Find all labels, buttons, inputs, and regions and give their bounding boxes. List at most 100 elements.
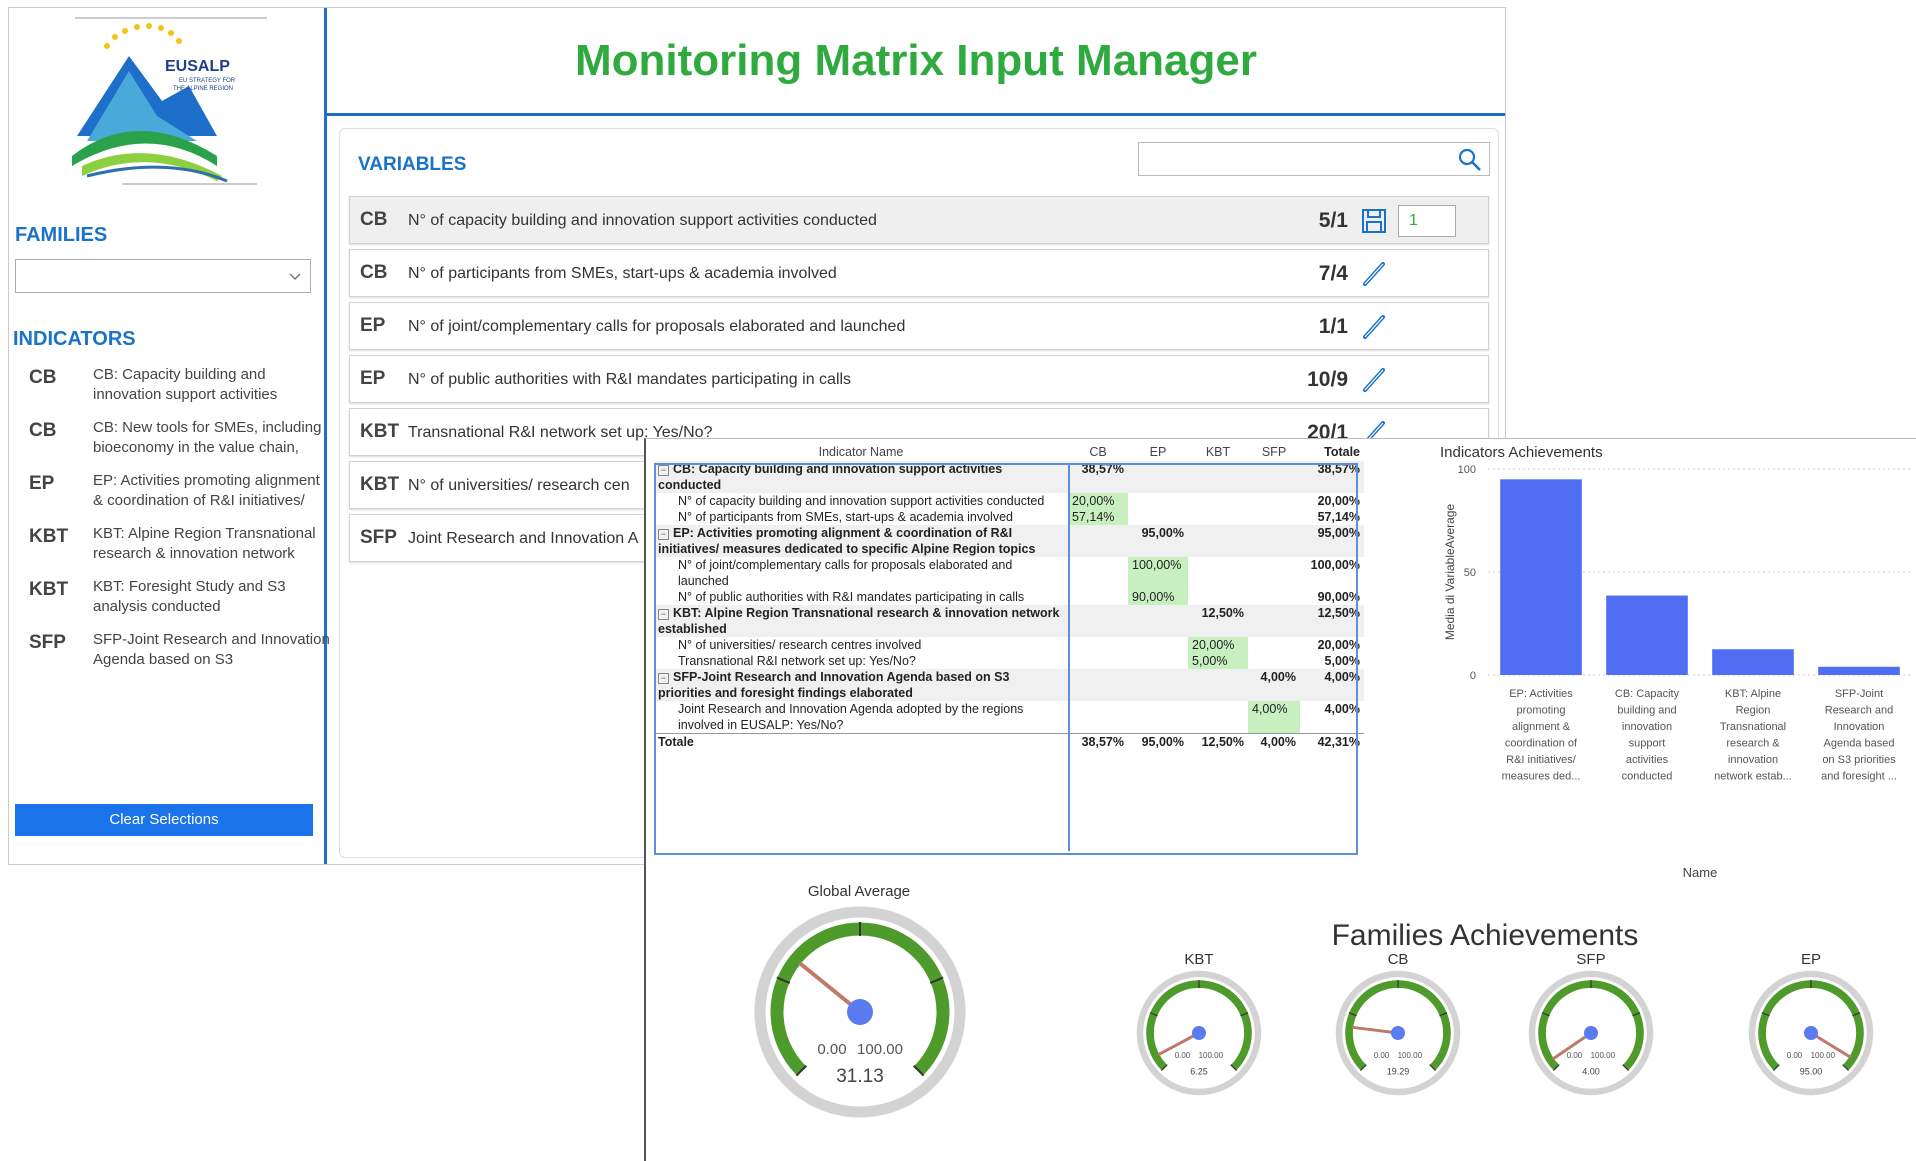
- table-group-row[interactable]: − EP: Activities promoting alignment & co…: [654, 525, 1364, 557]
- gauge-min-label: 0.00: [1567, 1051, 1583, 1060]
- x-tick-label: on S3 priorities: [1822, 754, 1896, 766]
- variable-code: SFP: [360, 527, 397, 548]
- indicator-code: KBT: [29, 526, 69, 547]
- indicator-item[interactable]: EP EP: Activities promoting alignment & …: [29, 471, 329, 517]
- x-tick-label: network estab...: [1714, 771, 1792, 783]
- x-tick-label: building and: [1617, 705, 1676, 717]
- indicators-title: INDICATORS: [13, 328, 136, 350]
- indicator-item[interactable]: CB CB: Capacity building and innovation …: [29, 365, 329, 411]
- y-tick-label: 50: [1464, 567, 1476, 579]
- table-row[interactable]: N° of participants from SMEs, start-ups …: [654, 509, 1364, 525]
- edit-pencil-icon[interactable]: [1360, 313, 1388, 341]
- col-header-sfp[interactable]: SFP: [1248, 443, 1300, 461]
- cell-ep: 90,00%: [1128, 589, 1188, 605]
- table-row[interactable]: N° of capacity building and innovation s…: [654, 493, 1364, 509]
- cell-tot: 4,00%: [1300, 669, 1364, 701]
- family-gauge-title: KBT: [1184, 951, 1213, 968]
- bar[interactable]: [1500, 479, 1582, 675]
- collapse-icon[interactable]: −: [658, 529, 669, 540]
- family-gauge-cb: 0.00 100.00 19.29: [1335, 970, 1461, 1096]
- x-tick-label: promoting: [1517, 705, 1566, 717]
- table-row[interactable]: Joint Research and Innovation Agenda ado…: [654, 701, 1364, 734]
- row-label: Totale: [658, 735, 694, 749]
- gauge-max-label: 100.00: [1199, 1051, 1224, 1060]
- edit-pencil-icon[interactable]: [1360, 366, 1388, 394]
- indicator-code: CB: [29, 420, 57, 441]
- search-input[interactable]: [1138, 142, 1490, 176]
- eusalp-logo: EUSALP EU STRATEGY FOR THE ALPINE REGION: [72, 17, 267, 185]
- cell-name: Totale: [654, 733, 1068, 750]
- indicator-item[interactable]: SFP SFP-Joint Research and Innovation Ag…: [29, 630, 330, 676]
- variable-description: N° of capacity building and innovation s…: [408, 212, 877, 229]
- indicator-item[interactable]: KBT KBT: Foresight Study and S3 analysis…: [29, 577, 329, 623]
- bar[interactable]: [1606, 595, 1688, 675]
- cell-tot: 4,00%: [1324, 702, 1360, 716]
- x-tick-label: support: [1629, 738, 1666, 750]
- cell-ep: 95,00%: [1128, 733, 1188, 750]
- col-header-ep[interactable]: EP: [1128, 443, 1188, 461]
- x-tick-label: KBT: Alpine: [1725, 688, 1781, 700]
- table-row[interactable]: N° of public authorities with R&I mandat…: [654, 589, 1364, 605]
- clear-selections-button[interactable]: Clear Selections: [15, 804, 313, 836]
- search-icon[interactable]: [1457, 147, 1483, 173]
- global-average-gauge: 0.00 100.00 31.13: [754, 906, 966, 1118]
- indicator-code: KBT: [29, 579, 69, 600]
- variable-row[interactable]: CB N° of participants from SMEs, start-u…: [349, 249, 1489, 297]
- value-input[interactable]: 1: [1398, 205, 1456, 237]
- save-icon[interactable]: [1360, 207, 1388, 235]
- indicator-label: CB: New tools for SMEs, including bioeco…: [93, 419, 322, 456]
- cell-name: − CB: Capacity building and innovation su…: [654, 461, 1068, 493]
- cell-ep: [1128, 701, 1188, 734]
- cell-cb: 38,57%: [1068, 461, 1128, 493]
- variable-description: N° of public authorities with R&I mandat…: [408, 371, 852, 388]
- y-axis-label: Media di VariableAverage: [1443, 504, 1457, 641]
- cell-kbt: [1188, 525, 1248, 557]
- variable-row[interactable]: EP N° of joint/complementary calls for p…: [349, 302, 1489, 350]
- cell-kbt: [1188, 461, 1248, 493]
- col-header-cb[interactable]: CB: [1068, 443, 1128, 461]
- x-axis-label: Name: [1683, 865, 1718, 879]
- table-group-row[interactable]: − CB: Capacity building and innovation su…: [654, 461, 1364, 493]
- indicator-item[interactable]: KBT KBT: Alpine Region Transnational res…: [29, 524, 329, 570]
- variable-row[interactable]: EP N° of public authorities with R&I man…: [349, 355, 1489, 403]
- x-tick-label: SFP-Joint: [1835, 688, 1883, 700]
- row-label: N° of universities/ research centres inv…: [678, 638, 922, 652]
- variable-code: CB: [360, 209, 388, 230]
- cell-ep: [1128, 653, 1188, 669]
- table-group-row[interactable]: − SFP-Joint Research and Innovation Agend…: [654, 669, 1364, 701]
- cell-cb: [1068, 589, 1128, 605]
- cell-tot: 5,00%: [1324, 654, 1360, 668]
- variable-row[interactable]: CB N° of capacity building and innovatio…: [349, 196, 1489, 244]
- collapse-icon[interactable]: −: [658, 609, 669, 620]
- table-total-row[interactable]: Totale 38,57% 95,00% 12,50% 4,00% 42,31%: [654, 733, 1364, 750]
- variable-ratio: 1/1: [1318, 315, 1348, 338]
- families-dropdown[interactable]: [15, 259, 311, 293]
- cell-kbt: [1188, 493, 1248, 509]
- family-gauge-ep: 0.00 100.00 95.00: [1748, 970, 1874, 1096]
- collapse-icon[interactable]: −: [658, 673, 669, 684]
- cell-ep: [1128, 637, 1188, 653]
- bar[interactable]: [1818, 666, 1900, 675]
- cell-name: − KBT: Alpine Region Transnational resear…: [654, 605, 1068, 637]
- cell-name: N° of public authorities with R&I mandat…: [654, 589, 1068, 605]
- cell-ep: [1128, 509, 1188, 525]
- table-group-row[interactable]: − KBT: Alpine Region Transnational resear…: [654, 605, 1364, 637]
- col-header-indicator-name[interactable]: Indicator Name: [654, 443, 1068, 461]
- x-tick-label: Region: [1736, 705, 1771, 717]
- collapse-icon[interactable]: −: [658, 465, 669, 476]
- family-gauge-title: EP: [1801, 951, 1821, 968]
- edit-pencil-icon[interactable]: [1360, 260, 1388, 288]
- x-tick-label: activities: [1626, 754, 1669, 766]
- gauge-hub: [1192, 1026, 1206, 1040]
- variable-description: Joint Research and Innovation A: [408, 530, 639, 547]
- table-row[interactable]: Transnational R&I network set up: Yes/No…: [654, 653, 1364, 669]
- cell-sfp: [1248, 557, 1300, 589]
- x-tick-label: CB: Capacity: [1615, 688, 1680, 700]
- x-tick-label: Transnational: [1720, 721, 1786, 733]
- table-row[interactable]: N° of joint/complementary calls for prop…: [654, 557, 1364, 589]
- bar[interactable]: [1712, 649, 1794, 675]
- table-row[interactable]: N° of universities/ research centres inv…: [654, 637, 1364, 653]
- indicator-item[interactable]: CB CB: New tools for SMEs, including bio…: [29, 418, 329, 464]
- col-header-kbt[interactable]: KBT: [1188, 443, 1248, 461]
- col-header-totale[interactable]: Totale: [1300, 443, 1364, 461]
